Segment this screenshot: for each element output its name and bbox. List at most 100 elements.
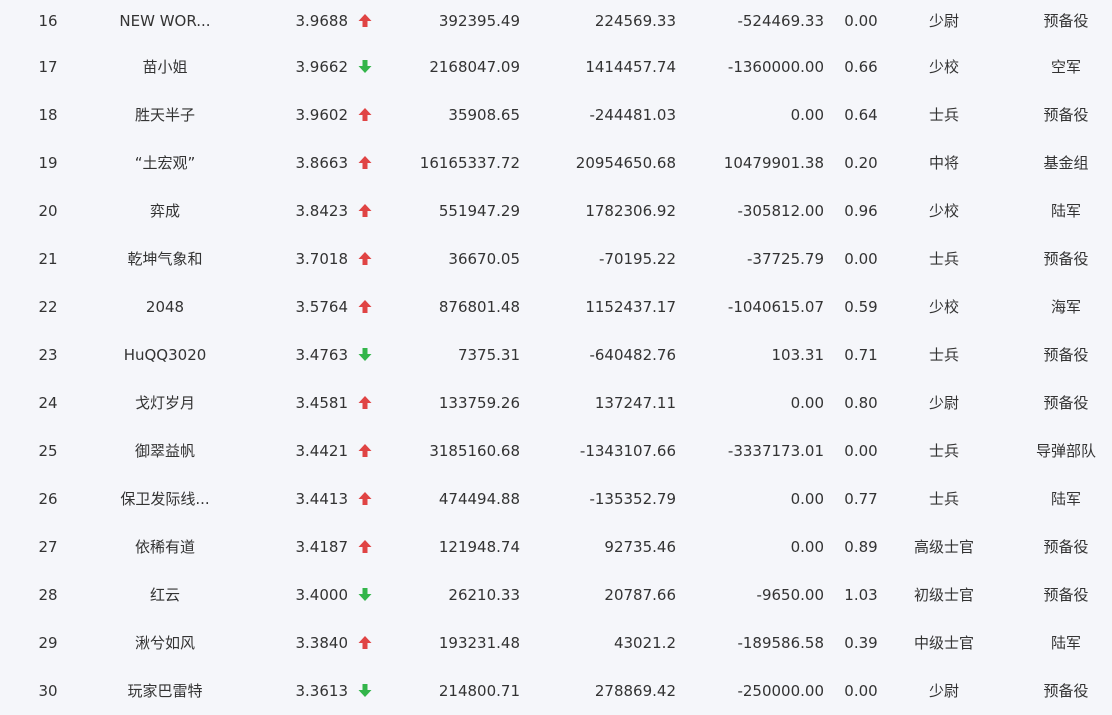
table-row[interactable]: 22 2048 3.5764 876801.48 1152437.17 -1040615.… (0, 283, 1112, 331)
score-value: 3.9662 (295, 58, 349, 76)
value-1: 551947.29 (438, 202, 520, 220)
value-3: 0.00 (790, 490, 824, 508)
branch-name: 海军 (1050, 298, 1081, 316)
value-2: 20787.66 (604, 586, 676, 604)
branch-name: 预备役 (1043, 106, 1089, 124)
ratio-value: 0.20 (844, 154, 878, 172)
branch-name: 基金组 (1043, 154, 1089, 172)
value-3: -1360000.00 (727, 58, 824, 76)
value-2: 278869.42 (594, 682, 676, 700)
table-row[interactable]: 26 保卫发际线... 3.4413 474494.88 -135352.79 0.00 0… (0, 475, 1112, 523)
table-row[interactable]: 28 红云 3.4000 26210.33 20787.66 -9650.00 1.03 初级… (0, 571, 1112, 619)
player-name: “土宏观” (134, 154, 196, 172)
arrow-up-icon (356, 379, 374, 427)
table-row[interactable]: 27 依稀有道 3.4187 121948.74 92735.46 0.00 0.89 高级士… (0, 523, 1112, 571)
player-name: NEW WOR... (119, 12, 211, 30)
military-rank: 士兵 (928, 442, 959, 460)
rank-cell: 29 (38, 634, 58, 652)
arrow-up-icon (356, 91, 374, 139)
arrow-down-icon (356, 43, 374, 91)
branch-name: 预备役 (1043, 250, 1089, 268)
score-value: 3.8663 (295, 154, 349, 172)
score-value: 3.3840 (295, 634, 349, 652)
ratio-value: 0.00 (844, 12, 878, 30)
value-2: 1414457.74 (585, 58, 676, 76)
arrow-down-icon (356, 667, 374, 715)
table-row[interactable]: 19 “土宏观” 3.8663 16165337.72 20954650.68 10479… (0, 139, 1112, 187)
value-1: 26210.33 (448, 586, 520, 604)
value-2: 1152437.17 (585, 298, 676, 316)
military-rank: 少校 (928, 58, 959, 76)
military-rank: 少尉 (928, 394, 959, 412)
score-value: 3.4413 (295, 490, 349, 508)
value-1: 214800.71 (438, 682, 520, 700)
rank-cell: 19 (38, 154, 58, 172)
table-row[interactable]: 23 HuQQ3020 3.4763 7375.31 -640482.76 103.31 0… (0, 331, 1112, 379)
value-3: -37725.79 (747, 250, 824, 268)
table-row[interactable]: 30 玩家巴雷特 3.3613 214800.71 278869.42 -250000.0… (0, 667, 1112, 715)
table-row[interactable]: 25 御翠益帆 3.4421 3185160.68 -1343107.66 -333717… (0, 427, 1112, 475)
value-3: -9650.00 (756, 586, 824, 604)
player-name: 依稀有道 (134, 538, 195, 556)
rank-cell: 24 (38, 394, 58, 412)
player-name: 玩家巴雷特 (127, 682, 203, 700)
military-rank: 中级士官 (913, 634, 974, 652)
ratio-value: 0.77 (844, 490, 878, 508)
table-row[interactable]: 20 弈成 3.8423 551947.29 1782306.92 -305812.00 0… (0, 187, 1112, 235)
table-row[interactable]: 29 湫兮如风 3.3840 193231.48 43021.2 -189586.58 0.… (0, 619, 1112, 667)
value-3: 103.31 (771, 346, 825, 364)
branch-name: 陆军 (1050, 490, 1081, 508)
score-value: 3.4187 (295, 538, 349, 556)
table-row[interactable]: 17 苗小姐 3.9662 2168047.09 1414457.74 -1360000.… (0, 43, 1112, 91)
ratio-value: 0.00 (844, 442, 878, 460)
rank-cell: 22 (38, 298, 58, 316)
arrow-up-icon (356, 523, 374, 571)
player-name: 湫兮如风 (134, 634, 195, 652)
value-1: 36670.05 (448, 250, 520, 268)
rank-cell: 30 (38, 682, 58, 700)
score-value: 3.5764 (295, 298, 349, 316)
value-2: -1343107.66 (579, 442, 676, 460)
ratio-value: 0.66 (844, 58, 878, 76)
player-name: 戈灯岁月 (134, 394, 195, 412)
branch-name: 预备役 (1043, 346, 1089, 364)
ratio-value: 0.64 (844, 106, 878, 124)
rank-cell: 20 (38, 202, 58, 220)
rank-cell: 21 (38, 250, 58, 268)
table-row[interactable]: 24 戈灯岁月 3.4581 133759.26 137247.11 0.00 0.80 少尉… (0, 379, 1112, 427)
military-rank: 士兵 (928, 490, 959, 508)
value-1: 2168047.09 (429, 58, 520, 76)
player-name: HuQQ3020 (123, 346, 207, 364)
military-rank: 少校 (928, 202, 959, 220)
ratio-value: 1.03 (844, 586, 878, 604)
value-3: 0.00 (790, 106, 824, 124)
military-rank: 少校 (928, 298, 959, 316)
arrow-up-icon (356, 475, 374, 523)
arrow-down-icon (356, 331, 374, 379)
value-1: 35908.65 (448, 106, 520, 124)
table-row[interactable]: 16 NEW WOR... 3.9688 392395.49 224569.33 -524… (0, 0, 1112, 43)
rank-cell: 27 (38, 538, 58, 556)
branch-name: 预备役 (1043, 394, 1089, 412)
ratio-value: 0.71 (844, 346, 878, 364)
value-3: 10479901.38 (723, 154, 824, 172)
player-name: 2048 (145, 298, 185, 316)
ratio-value: 0.89 (844, 538, 878, 556)
ratio-value: 0.39 (844, 634, 878, 652)
branch-name: 陆军 (1050, 202, 1081, 220)
branch-name: 预备役 (1043, 538, 1089, 556)
ratio-value: 0.59 (844, 298, 878, 316)
rank-cell: 25 (38, 442, 58, 460)
score-value: 3.4581 (295, 394, 349, 412)
player-name: 弈成 (149, 202, 180, 220)
branch-name: 预备役 (1043, 682, 1089, 700)
rank-cell: 23 (38, 346, 58, 364)
player-name: 红云 (149, 586, 180, 604)
table-row[interactable]: 18 胜天半子 3.9602 35908.65 -244481.03 0.00 0.64 士兵… (0, 91, 1112, 139)
score-value: 3.9688 (295, 12, 349, 30)
value-3: -250000.00 (737, 682, 824, 700)
rank-cell: 17 (38, 58, 58, 76)
value-3: -1040615.07 (727, 298, 824, 316)
value-2: 1782306.92 (585, 202, 676, 220)
table-row[interactable]: 21 乾坤气象和 3.7018 36670.05 -70195.22 -37725.79 0… (0, 235, 1112, 283)
